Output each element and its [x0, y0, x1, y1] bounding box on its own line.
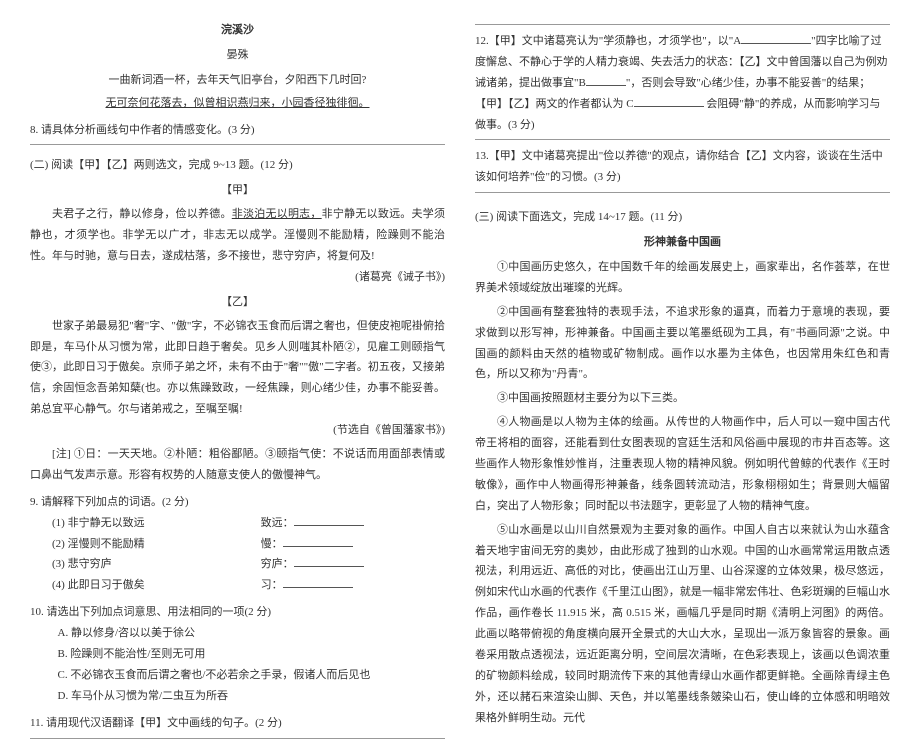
question-11: 11. 请用现代汉语翻译【甲】文中画线的句子。(2 分) — [30, 713, 445, 734]
blank-b — [586, 76, 626, 86]
answer-rule-top — [475, 24, 890, 25]
passage-jia: 夫君子之行，静以修身，俭以养德。非淡泊无以明志，非宁静无以致远。夫学须静也，才须… — [30, 204, 445, 267]
question-13: 13.【甲】文中诸葛亮提出"俭以养德"的观点，请你结合【乙】文内容，谈谈在生活中… — [475, 146, 890, 188]
blank — [294, 516, 364, 526]
essay-title: 形神兼备中国画 — [475, 232, 890, 253]
q9-4-prompt: (4) 此即日习于傲矣 — [52, 575, 241, 596]
jia-attribution: (诸葛亮《诫子书》) — [30, 267, 445, 288]
poem-title: 浣溪沙 — [30, 20, 445, 41]
q9-row-4: (4) 此即日习于傲矣 习： — [52, 575, 445, 596]
blank-c — [634, 97, 704, 107]
q9-row-3: (3) 悲守穷庐 穷庐： — [52, 554, 445, 575]
q9-3-label: 穷庐： — [261, 554, 445, 575]
answer-rule — [30, 144, 445, 145]
answer-rule — [475, 139, 890, 140]
essay-p3: ③中国画按照题材主要分为以下三类。 — [475, 388, 890, 409]
essay-p1: ①中国画历史悠久，在中国数千年的绘画发展史上，画家辈出，名作荟萃，在世界美术领域… — [475, 257, 890, 299]
notes: [注] ①日：一天天地。②朴陋：粗俗鄙陋。③颐指气使：不说话而用面部表情或口鼻出… — [30, 444, 445, 486]
essay-p2: ②中国画有整套独特的表现手法，不追求形象的逼真，而着力于意境的表现，要求做到以形… — [475, 302, 890, 386]
poem-line-2: 无可奈何花落去，似曾相识燕归来，小园香径独徘徊。 — [30, 93, 445, 114]
question-9: 9. 请解释下列加点的词语。(2 分) — [30, 492, 445, 513]
q9-1-label: 致远： — [261, 513, 445, 534]
jia-text-underline: 非淡泊无以明志， — [232, 208, 322, 220]
question-12: 12.【甲】文中诸葛亮认为"学须静也，才须学也"，以"A"四字比喻了过度懈怠、不… — [475, 31, 890, 135]
label-yi: 【乙】 — [30, 292, 445, 313]
yi-attribution: (节选自《曾国藩家书》) — [30, 420, 445, 441]
answer-rule — [475, 192, 890, 193]
q10-option-c: C. 不必锦衣玉食而后谓之奢也/不必若余之手录，假诸人而后见也 — [58, 665, 446, 686]
question-10: 10. 请选出下列加点词意思、用法相同的一项(2 分) — [30, 602, 445, 623]
passage-yi: 世家子弟最易犯"奢"字、"傲"字，不必锦衣玉食而后谓之奢也，但使皮袍呢褂俯拾即是… — [30, 316, 445, 420]
answer-rule — [30, 738, 445, 739]
label-jia: 【甲】 — [30, 180, 445, 201]
question-8: 8. 请具体分析画线句中作者的情感变化。(3 分) — [30, 120, 445, 141]
left-column: 浣溪沙 晏殊 一曲新词酒一杯，去年天气旧亭台，夕阳西下几时回? 无可奈何花落去，… — [30, 20, 445, 630]
poem-line-1: 一曲新词酒一杯，去年天气旧亭台，夕阳西下几时回? — [30, 70, 445, 91]
q9-2-prompt: (2) 淫慢则不能励精 — [52, 534, 241, 555]
right-column: 12.【甲】文中诸葛亮认为"学须静也，才须学也"，以"A"四字比喻了过度懈怠、不… — [475, 20, 890, 630]
q10-option-b: B. 险躁则不能治性/至则无可用 — [58, 644, 446, 665]
jia-text-a: 夫君子之行，静以修身，俭以养德。 — [52, 208, 232, 220]
q9-row-1: (1) 非宁静无以致远 致远： — [52, 513, 445, 534]
blank-a — [741, 34, 811, 44]
q10-option-a: A. 静以修身/咨以以美于徐公 — [58, 623, 446, 644]
essay-p5: ⑤山水画是以山川自然景观为主要对象的画作。中国人自古以来就认为山水蕴含着天地宇宙… — [475, 520, 890, 729]
essay-p4: ④人物画是以人物为主体的绘画。从传世的人物画作中，后人可以一窥中国古代帝王将相的… — [475, 412, 890, 516]
q9-2-label: 慢： — [261, 534, 445, 555]
poem-author: 晏殊 — [30, 45, 445, 66]
q10-option-d: D. 车马仆从习惯为常/二虫互为所吞 — [58, 686, 446, 707]
blank — [294, 558, 364, 568]
section-2-header: (二) 阅读【甲】【乙】两则选文，完成 9~13 题。(12 分) — [30, 155, 445, 176]
q9-3-prompt: (3) 悲守穷庐 — [52, 554, 241, 575]
blank — [283, 537, 353, 547]
q9-row-2: (2) 淫慢则不能励精 慢： — [52, 534, 445, 555]
q9-4-label: 习： — [261, 575, 445, 596]
q9-1-prompt: (1) 非宁静无以致远 — [52, 513, 241, 534]
section-3-header: (三) 阅读下面选文，完成 14~17 题。(11 分) — [475, 207, 890, 228]
blank — [283, 578, 353, 588]
